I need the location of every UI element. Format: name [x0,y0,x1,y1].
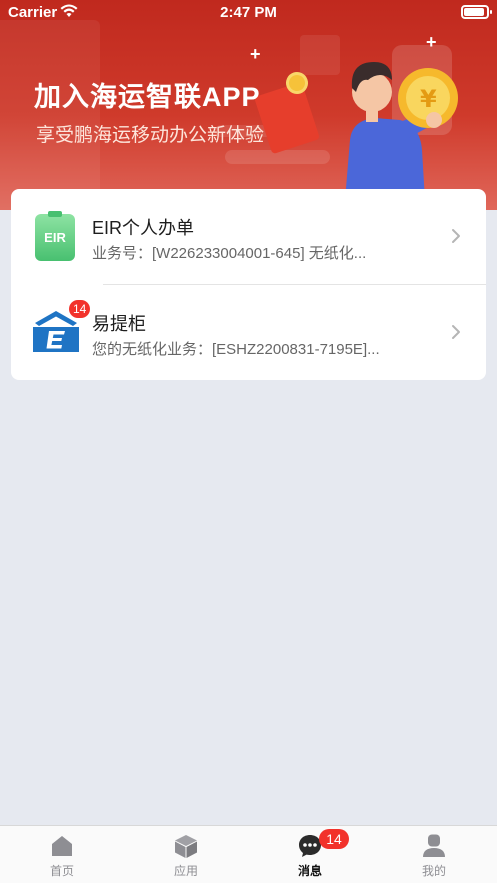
tab-messages[interactable]: 14 消息 [248,826,372,883]
message-list: EIR EIR个人办单 业务号：[W226233004001-645] 无纸化.… [11,189,486,380]
tab-bar: 首页 应用 14 消息 我的 [0,825,497,883]
tab-mine[interactable]: 我的 [372,826,496,883]
list-item-eir[interactable]: EIR EIR个人办单 业务号：[W226233004001-645] 无纸化.… [11,189,486,284]
person-with-coin-illustration: ¥ [345,45,458,200]
list-item-title: EIR个人办单 [92,218,195,238]
user-icon [423,834,445,857]
tab-apps[interactable]: 应用 [124,826,248,883]
sparkle-icon: + [250,44,261,64]
list-item-subtitle: 业务号：[W226233004001-645] 无纸化... [92,245,367,262]
unread-badge: 14 [69,300,91,318]
promo-banner[interactable]: + + + ¥ 加入海运智联APP 享受鹏海运移动办公新体验 [0,0,497,210]
home-icon [52,836,72,856]
list-item-yitigui[interactable]: 14 易提柜 您的无纸化业务：[ESHZ2200831-7195E]... [11,285,486,380]
status-bar: Carrier 2:47 PM [0,0,497,26]
unread-badge: 14 [319,829,349,849]
chevron-right-icon [452,325,460,339]
eir-icon: EIR [35,211,75,261]
list-item-subtitle: 您的无纸化业务：[ESHZ2200831-7195E]... [92,341,380,358]
status-time: 2:47 PM [220,4,277,21]
tab-label: 应用 [173,864,198,878]
banner-title: 加入海运智联APP [34,82,261,112]
box-icon [175,835,197,858]
tab-label: 首页 [49,864,74,878]
list-item-title: 易提柜 [92,314,146,334]
chevron-right-icon [452,229,460,243]
svg-text:¥: ¥ [420,85,437,113]
banner-subtitle: 享受鹏海运移动办公新体验 [36,125,265,146]
tab-home[interactable]: 首页 [0,826,124,883]
tab-label: 我的 [421,864,446,878]
battery-icon [461,5,492,19]
banner-decoration [0,20,100,210]
tab-label: 消息 [297,864,322,878]
